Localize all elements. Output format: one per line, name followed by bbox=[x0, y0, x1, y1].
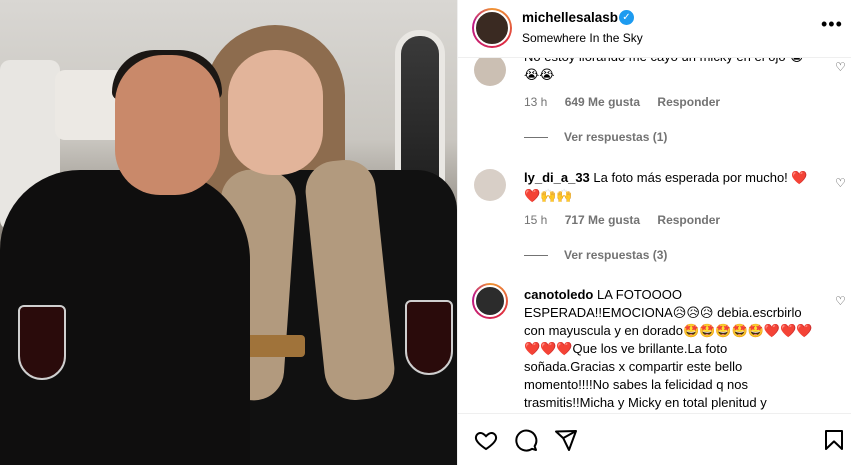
comment-username[interactable]: canotoledo bbox=[524, 287, 593, 302]
view-replies-button[interactable]: Ver respuestas (3) bbox=[524, 248, 667, 262]
comments-panel: michellesalasb ✓ Somewhere In the Sky ••… bbox=[457, 0, 851, 465]
comment-time: 13 h bbox=[524, 95, 548, 109]
woman-face bbox=[228, 50, 323, 175]
post-header: michellesalasb ✓ Somewhere In the Sky ••… bbox=[458, 0, 851, 58]
comment-likes[interactable]: 717 Me gusta bbox=[565, 213, 640, 227]
share-icon[interactable] bbox=[554, 428, 578, 452]
heart-icon[interactable] bbox=[474, 428, 498, 452]
bookmark-icon[interactable] bbox=[822, 428, 846, 452]
action-bar bbox=[458, 413, 851, 465]
comment-meta: 15 h 717 Me gusta Responder bbox=[524, 213, 734, 227]
avatar[interactable] bbox=[472, 8, 512, 48]
comment-like-icon[interactable]: ♡ bbox=[835, 176, 846, 190]
comment-text: LA FOTOOOO ESPERADA!!EMOCIONA😥😥😥 debia.e… bbox=[524, 287, 813, 410]
wine-glass bbox=[405, 300, 453, 375]
reply-button[interactable]: Responder bbox=[657, 213, 720, 227]
comment-username[interactable]: ly_di_a_33 bbox=[524, 170, 590, 185]
comment-like-icon[interactable]: ♡ bbox=[835, 60, 846, 74]
wine-glass bbox=[18, 305, 66, 380]
commenter-avatar[interactable] bbox=[474, 58, 506, 86]
comment-text: No estoy llorando me cayo un micky en el… bbox=[524, 58, 804, 82]
comment-meta: 13 h 649 Me gusta Responder bbox=[524, 95, 734, 109]
commenter-avatar[interactable] bbox=[472, 283, 508, 319]
comment-like-icon[interactable]: ♡ bbox=[835, 294, 846, 308]
man-face bbox=[115, 55, 220, 195]
comment-body: canotoledo LA FOTOOOO ESPERADA!!EMOCIONA… bbox=[524, 286, 814, 412]
view-replies-button[interactable]: Ver respuestas (1) bbox=[524, 130, 667, 144]
comment-likes[interactable]: 649 Me gusta bbox=[565, 95, 640, 109]
username-link[interactable]: michellesalasb bbox=[522, 10, 618, 25]
comment-icon[interactable] bbox=[514, 428, 538, 452]
location-link[interactable]: Somewhere In the Sky bbox=[522, 31, 643, 45]
commenter-avatar[interactable] bbox=[474, 169, 506, 201]
reply-button[interactable]: Responder bbox=[657, 95, 720, 109]
verified-badge-icon: ✓ bbox=[619, 10, 634, 25]
post-photo bbox=[0, 0, 457, 465]
comment-body: ly_di_a_33 La foto más esperada por much… bbox=[524, 169, 814, 205]
comment-time: 15 h bbox=[524, 213, 548, 227]
comment-list: No estoy llorando me cayo un micky en el… bbox=[458, 58, 851, 413]
more-options-icon[interactable]: ••• bbox=[821, 14, 843, 35]
